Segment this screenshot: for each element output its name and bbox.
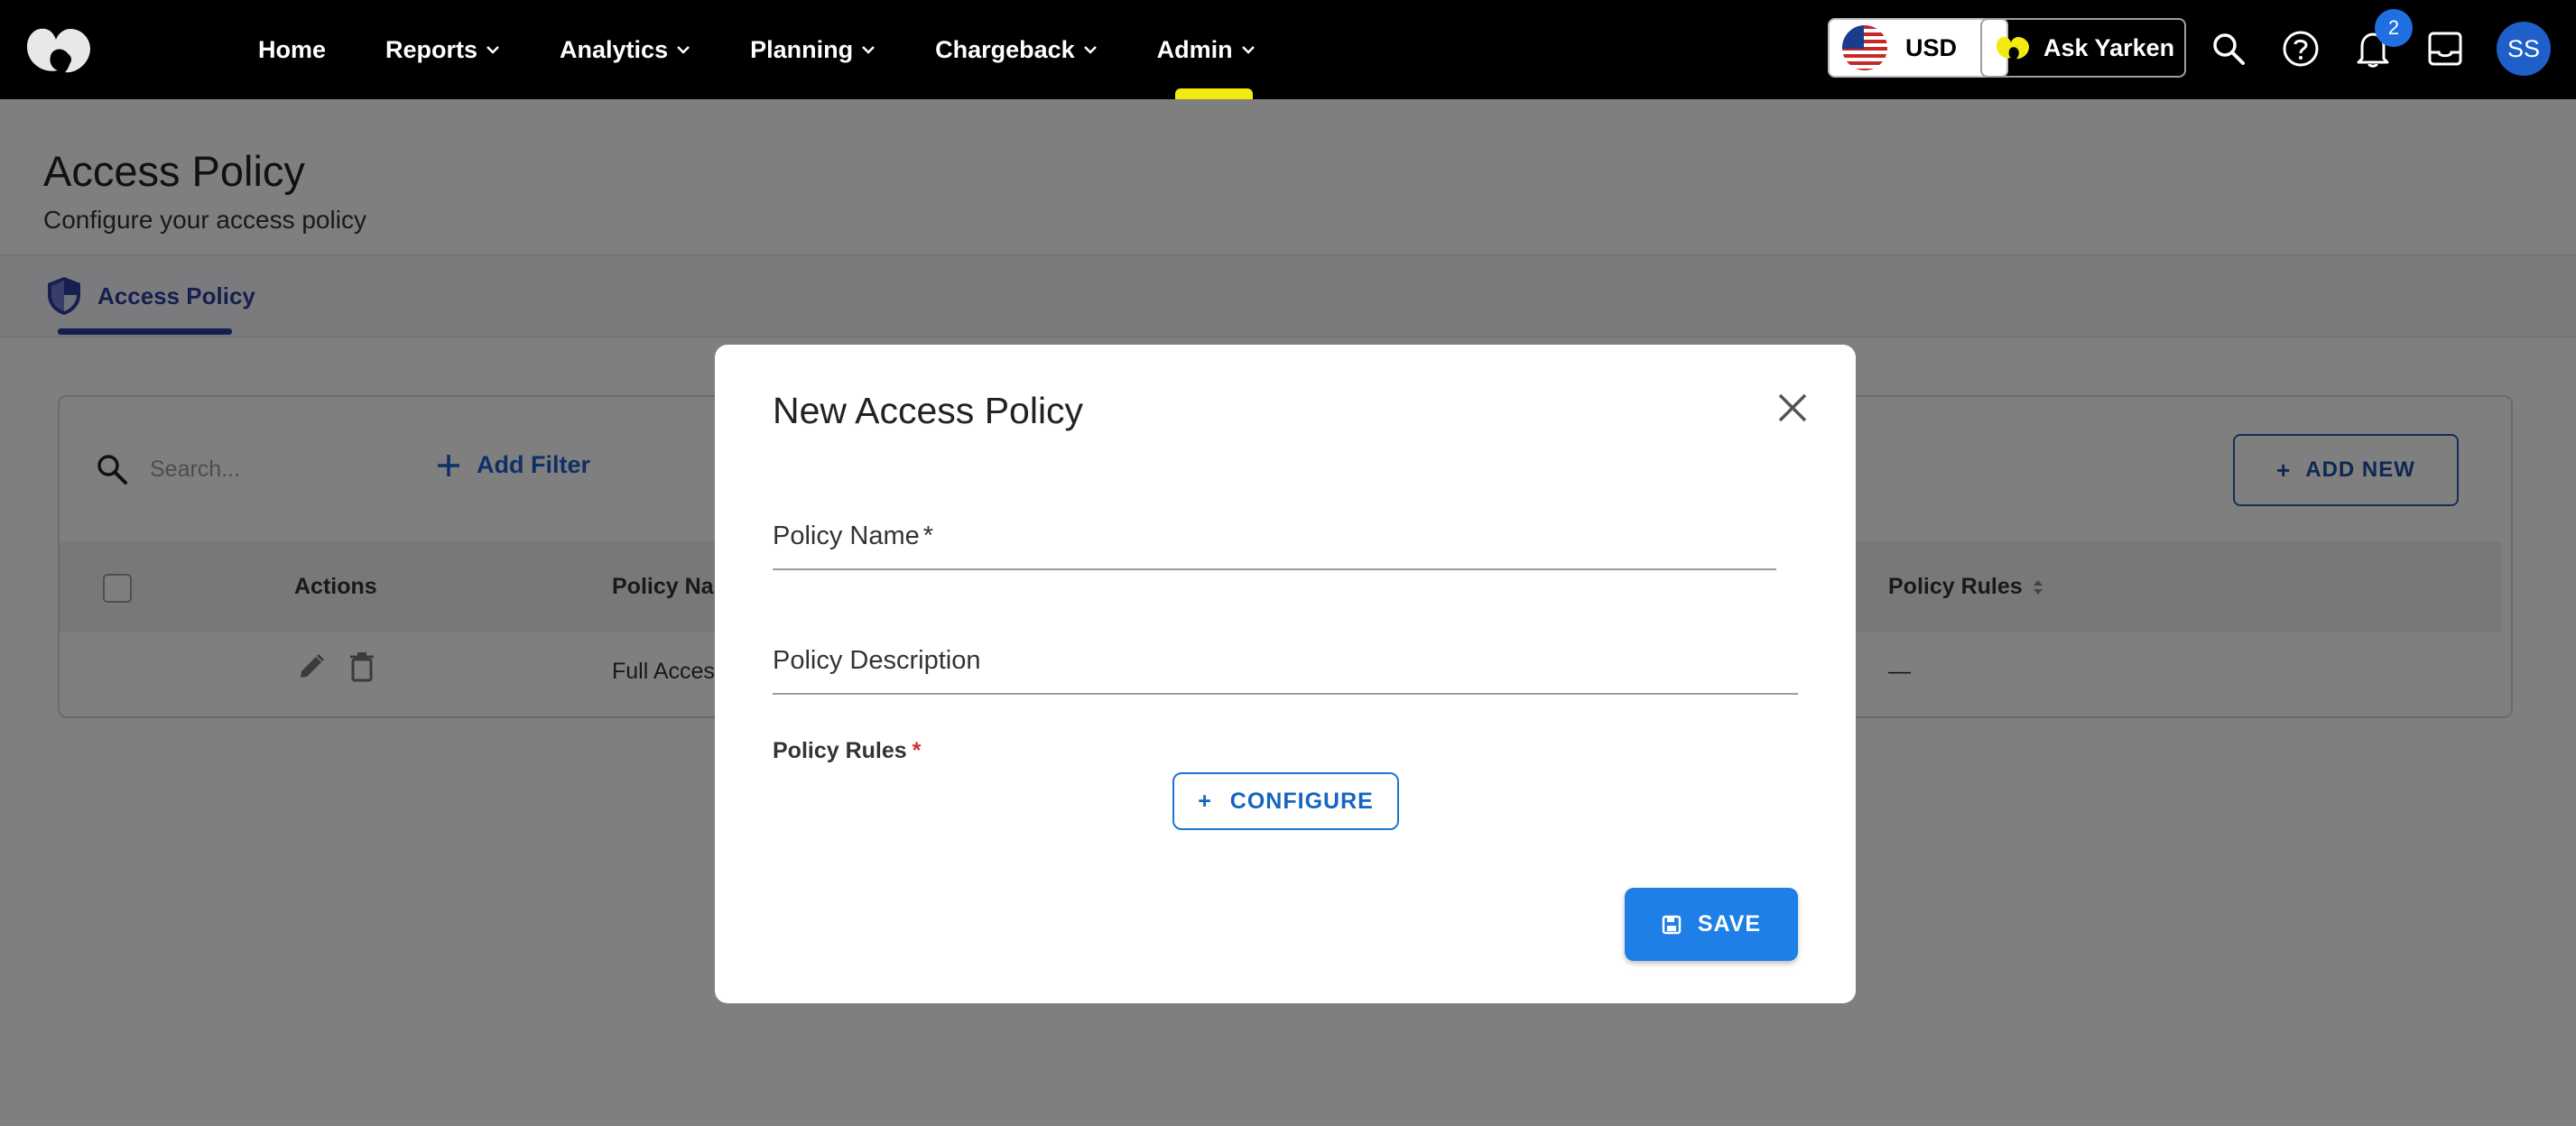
nav-chargeback-label: Chargeback [935, 35, 1075, 63]
nav-home-label: Home [258, 35, 327, 63]
save-button[interactable]: SAVE [1625, 888, 1798, 961]
policy-rules-label: Policy Rules * [773, 738, 921, 764]
nav-planning-label: Planning [750, 35, 854, 63]
chevron-down-icon [861, 45, 876, 54]
policy-description-label: Policy Description [773, 646, 981, 675]
plus-icon: + [1198, 788, 1212, 814]
policy-description-field[interactable]: Policy Description [773, 646, 980, 676]
nav-analytics[interactable]: Analytics [560, 36, 690, 64]
help-icon[interactable] [2279, 27, 2322, 70]
chevron-down-icon [1083, 45, 1098, 54]
nav-home[interactable]: Home [258, 36, 326, 64]
required-marker: * [922, 521, 934, 550]
nav-chargeback[interactable]: Chargeback [935, 36, 1098, 64]
policy-name-underline [773, 568, 1776, 570]
notification-badge: 2 [2375, 9, 2413, 47]
nav-active-indicator [1175, 88, 1253, 99]
nav-planning[interactable]: Planning [750, 36, 876, 64]
policy-description-underline [773, 693, 1798, 695]
currency-label: USD [1905, 33, 1958, 61]
chevron-down-icon [486, 45, 500, 54]
nav-admin-label: Admin [1156, 35, 1233, 63]
nav-admin[interactable]: Admin [1157, 36, 1256, 64]
search-icon[interactable] [2207, 27, 2250, 70]
dialog-title: New Access Policy [773, 390, 1084, 431]
nav-reports-label: Reports [385, 35, 478, 63]
new-access-policy-dialog: New Access Policy Policy Name * Policy De… [715, 345, 1856, 1003]
configure-label: CONFIGURE [1229, 788, 1374, 814]
save-label: SAVE [1697, 911, 1762, 937]
app-logo[interactable] [23, 23, 96, 78]
user-avatar[interactable]: SS [2497, 22, 2551, 76]
ask-yarken-button[interactable]: Ask Yarken [1980, 18, 2186, 78]
ask-yarken-label: Ask Yarken [2043, 33, 2175, 61]
us-flag-icon [1842, 25, 1887, 70]
main-nav: Home Reports Analytics Planning Chargeba… [258, 0, 1315, 99]
policy-rules-label-text: Policy Rules [773, 738, 907, 763]
policy-name-label: Policy Name [773, 521, 920, 550]
policy-name-field[interactable]: Policy Name * [773, 521, 933, 551]
chevron-down-icon [1241, 45, 1256, 54]
close-icon[interactable] [1774, 390, 1811, 426]
chevron-down-icon [676, 45, 690, 54]
inbox-icon[interactable] [2423, 27, 2467, 70]
save-icon [1662, 915, 1682, 935]
configure-button[interactable]: + CONFIGURE [1172, 772, 1399, 830]
nav-analytics-label: Analytics [560, 35, 669, 63]
yarken-logo-icon [1995, 34, 2031, 61]
required-marker: * [912, 738, 922, 763]
nav-reports[interactable]: Reports [385, 36, 500, 64]
top-navigation-bar: Home Reports Analytics Planning Chargeba… [0, 0, 2576, 99]
